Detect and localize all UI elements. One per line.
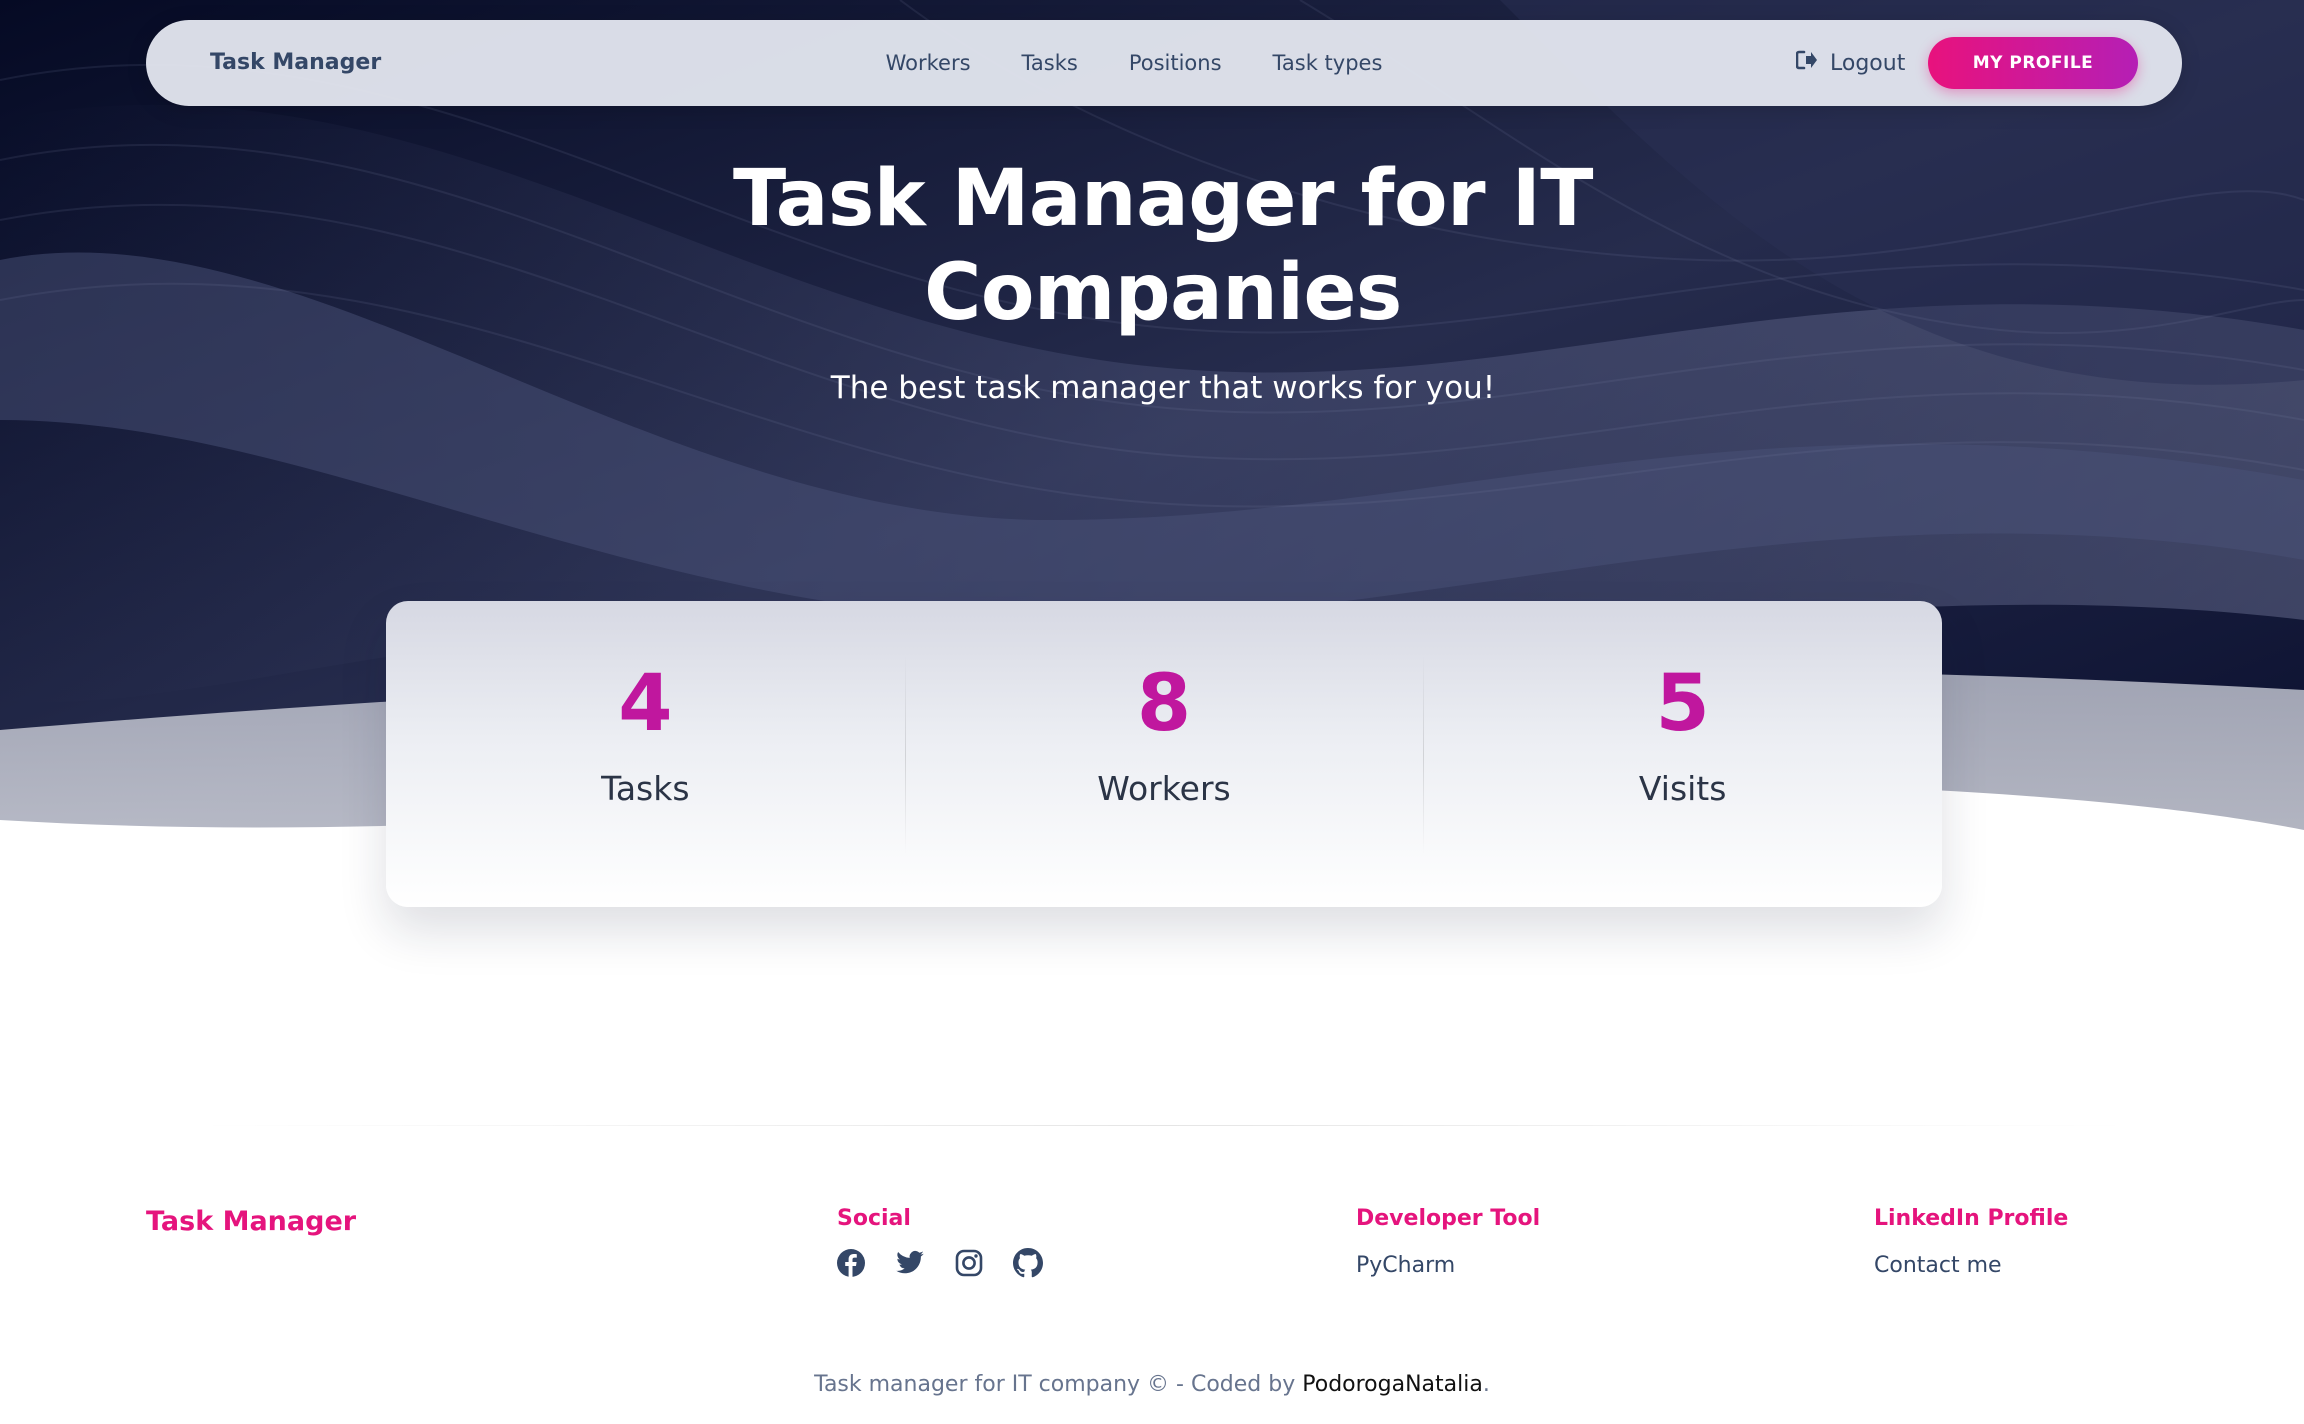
author-link[interactable]: PodorogaNatalia [1302,1372,1483,1397]
pycharm-link[interactable]: PyCharm [1356,1253,1455,1278]
nav-link-workers[interactable]: Workers [886,20,971,106]
github-icon[interactable] [1013,1248,1043,1278]
navbar: Task Manager Workers Tasks Positions Tas… [146,20,2182,106]
stat-label: Visits [1638,769,1727,808]
stat-value: 8 [1136,659,1192,749]
contact-me-link[interactable]: Contact me [1874,1253,2002,1278]
stat-value: 5 [1655,659,1710,749]
logout-icon [1795,50,1818,76]
social-heading: Social [837,1206,911,1231]
nav-link-task-types[interactable]: Task types [1273,20,1383,106]
hero-title: Task Manager for IT Companies [652,152,1674,340]
linkedin-heading: LinkedIn Profile [1874,1206,2069,1231]
twitter-icon[interactable] [895,1248,925,1278]
my-profile-button[interactable]: MY PROFILE [1928,37,2138,89]
copyright: Task manager for IT company © - Coded by… [0,1372,2304,1397]
stat-label: Workers [1097,769,1231,808]
hero-title-line2: Companies [924,248,1402,338]
hero-subtitle: The best task manager that works for you… [830,370,1496,406]
stat-value: 4 [618,659,673,749]
stat-tasks: 4 Tasks [386,601,905,907]
copyright-period: . [1482,1372,1490,1397]
stat-workers: 8 Workers [904,601,1424,907]
instagram-icon[interactable] [954,1248,984,1278]
stats-card: 4 Tasks 8 Workers 5 Visits [386,601,1942,907]
stat-label: Tasks [601,769,690,808]
nav-link-tasks[interactable]: Tasks [1022,20,1078,106]
footer-brand[interactable]: Task Manager [146,1206,356,1237]
footer-divider [194,1125,2134,1126]
logout-label: Logout [1830,50,1906,76]
logout-link[interactable]: Logout [1795,20,1906,106]
copyright-text: Task manager for IT company © - Coded by [814,1372,1296,1397]
navbar-brand[interactable]: Task Manager [210,20,381,106]
nav-link-positions[interactable]: Positions [1129,20,1222,106]
developer-tool-heading: Developer Tool [1356,1206,1541,1231]
hero-title-line1: Task Manager for IT [733,154,1593,244]
facebook-icon[interactable] [836,1248,866,1278]
social-icons [836,1248,1043,1278]
stat-visits: 5 Visits [1423,601,1942,907]
